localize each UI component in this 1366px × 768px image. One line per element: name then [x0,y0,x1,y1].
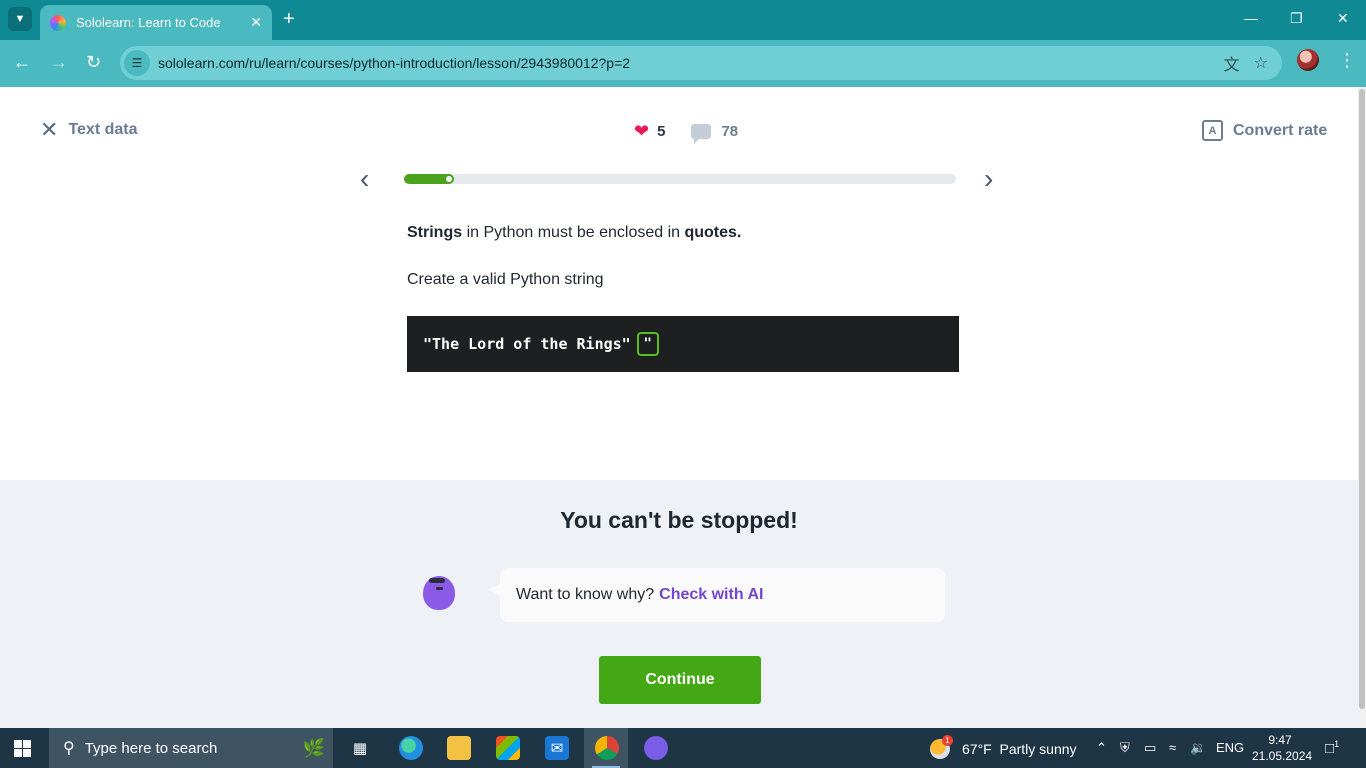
lesson-bold-quotes: quotes. [684,224,742,241]
page-scrollbar[interactable] [1358,87,1366,728]
ai-bubble: Want to know why? Check with AI [488,568,945,622]
answer-slot[interactable]: " [636,332,659,356]
continue-button[interactable]: Continue [599,656,761,704]
taskbar-search[interactable]: ⚲ Type here to search 🌿 [49,728,333,768]
comments-count[interactable]: 78 [721,123,738,140]
wifi-icon[interactable]: ≈ [1169,740,1176,755]
clock-date: 21.05.2024 [1252,749,1313,763]
code-text: "The Lord of the Rings" [423,335,631,353]
browser-tab[interactable]: Sololearn: Learn to Code ✕ [40,5,272,40]
url-text[interactable]: sololearn.com/ru/learn/courses/python-in… [158,55,1224,71]
code-block: "The Lord of the Rings" " [407,316,959,372]
partly-sunny-icon: 1 [930,735,953,759]
microsoft-store-icon[interactable] [496,736,520,760]
next-arrow-icon[interactable]: › [984,165,993,193]
lesson-bold-strings: Strings [407,224,463,241]
search-placeholder: Type here to search [84,739,218,757]
tab-title: Sololearn: Learn to Code [76,15,221,30]
search-highlight-icon: 🌿 [302,737,325,758]
language-indicator[interactable]: ENG [1216,740,1244,755]
sololearn-favicon-icon [50,14,66,31]
prev-arrow-icon[interactable]: ‹ [360,165,369,193]
lesson-stats: ❤ 5 78 [634,121,738,144]
close-tab-icon[interactable]: ✕ [250,14,262,31]
ai-question: Want to know why? [516,586,655,603]
discord-icon[interactable] [644,736,668,760]
new-tab-icon[interactable]: + [283,9,295,29]
scrollbar-thumb[interactable] [1359,89,1365,709]
mascot-icon [423,576,455,610]
profile-avatar[interactable] [1297,49,1319,71]
feedback-panel: You can't be stopped! Want to know why? … [0,480,1358,728]
lesson-progress-bar [404,174,956,184]
back-icon[interactable]: ← [13,52,31,72]
lesson-page: ✕ Text data ❤ 5 78 A Convert rate ‹ › St… [0,87,1358,728]
convert-rate-button[interactable]: A Convert rate [1202,120,1327,141]
volume-icon[interactable]: 🔉 [1190,740,1206,756]
edge-icon[interactable] [399,736,423,760]
check-with-ai-link[interactable]: Check with AI [659,586,763,604]
clock[interactable]: 9:47 21.05.2024 [1252,732,1313,764]
forward-icon[interactable]: → [50,52,68,72]
security-icon[interactable]: ⛨ [1120,740,1130,756]
comment-icon[interactable] [691,124,712,144]
lesson-text: Strings in Python must be enclosed in qu… [407,224,741,242]
chrome-icon[interactable] [595,736,619,760]
file-explorer-icon[interactable] [447,736,471,760]
feedback-title: You can't be stopped! [560,507,798,533]
progress-fill [404,174,454,184]
browser-toolbar: ← → ↻ ☰ sololearn.com/ru/learn/courses/p… [0,40,1366,87]
close-window-icon[interactable]: ✕ [1337,10,1349,27]
battery-icon[interactable]: ▭ [1144,740,1156,756]
task-view-icon[interactable]: ▦ [348,736,372,760]
lesson-instruction: Create a valid Python string [407,271,604,288]
weather-widget[interactable]: 1 67°F Partly sunny [930,735,1077,759]
translate-icon[interactable]: 文 [1224,51,1240,75]
weather-badge: 1 [942,735,953,746]
translate-icon: A [1202,120,1223,141]
search-icon: ⚲ [63,740,75,757]
lesson-text-middle: in Python must be enclosed in [462,224,685,241]
restore-icon[interactable]: ❐ [1290,10,1303,27]
minimize-icon[interactable]: — [1244,10,1258,26]
windows-taskbar: ⚲ Type here to search 🌿 ▦ ✉ 1 67°F Partl… [0,728,1366,768]
hearts-count: 5 [657,123,666,140]
windows-start-icon[interactable] [14,740,31,757]
site-info-icon[interactable]: ☰ [124,50,150,76]
weather-text: 67°F Partly sunny [962,741,1077,757]
tab-search-dropdown-icon[interactable]: ▼ [8,7,32,31]
close-lesson-button[interactable]: ✕ Text data [40,117,138,142]
lesson-title: Text data [68,121,138,138]
notifications-icon[interactable]: □1 [1325,739,1339,757]
address-bar[interactable]: ☰ sololearn.com/ru/learn/courses/python-… [120,46,1282,80]
convert-rate-label: Convert rate [1233,121,1328,139]
reload-icon[interactable]: ↻ [86,52,101,72]
mail-icon[interactable]: ✉ [545,736,569,760]
bookmark-star-icon[interactable]: ☆ [1254,53,1268,73]
notifications-count: 1 [1334,739,1340,749]
chevron-up-icon[interactable]: ⌃ [1096,740,1107,756]
close-icon: ✕ [40,117,59,142]
clock-time: 9:47 [1268,733,1292,747]
menu-icon[interactable]: ⋮ [1338,50,1356,71]
browser-tab-bar: ▼ Sololearn: Learn to Code ✕ + — ❐ ✕ [0,0,1366,40]
heart-icon: ❤ [634,121,650,141]
